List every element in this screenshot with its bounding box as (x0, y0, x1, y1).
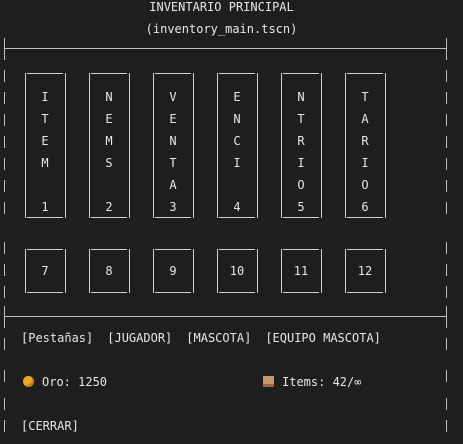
slot-label-char: E (105, 112, 113, 126)
inventory-slot-9[interactable]: 9 (153, 249, 194, 293)
slot-number: 7 (41, 264, 49, 278)
tab-pestanas[interactable]: [Pestañas] (21, 331, 93, 345)
items-label: Items: 42/∞ (282, 375, 362, 389)
slot-label-char (25, 174, 65, 196)
coin-icon (23, 376, 34, 387)
tab-bar: [Pestañas] [JUGADOR] [MASCOTA] [EQUIPO MASC… (21, 331, 395, 345)
inventory-slot-5[interactable]: NTRIO 5 (281, 73, 322, 218)
slot-label-char: N (169, 134, 177, 148)
slot-label-char: R (297, 134, 305, 148)
slot-label-char: 4 (233, 200, 241, 214)
inventory-slot-11[interactable]: 11 (281, 249, 322, 293)
slot-label-char: A (169, 178, 177, 192)
tab-jugador[interactable]: [JUGADOR] (107, 331, 172, 345)
slot-label-char: I (41, 90, 49, 104)
slot-label-char: T (361, 90, 369, 104)
inventory-slot-3[interactable]: VENTA 3 (153, 73, 194, 218)
close-button[interactable]: [CERRAR] (21, 419, 79, 433)
slot-label-char: 6 (361, 200, 369, 214)
slot-label-char: O (297, 178, 305, 192)
slot-number: 8 (105, 264, 113, 278)
slot-label-char (217, 174, 257, 196)
frame-right-mid (446, 306, 447, 328)
frame-left-mid (4, 306, 5, 328)
window-title: INVENTARIO PRINCIPAL (149, 0, 294, 14)
slot-label-char: E (233, 90, 241, 104)
slot-label-char: T (41, 112, 49, 126)
scene-filename: (inventory_main.tscn) (145, 22, 298, 36)
slot-number: 11 (293, 264, 309, 278)
inventory-slot-10[interactable]: 10 (217, 249, 258, 293)
slot-label-char: N (297, 90, 305, 104)
box-icon (263, 376, 274, 387)
slot-label-char: 5 (297, 200, 305, 214)
gold-display: Oro: 1250 (23, 375, 107, 389)
slot-label-char: C (233, 134, 241, 148)
slot-label-char: E (169, 112, 177, 126)
inventory-slot-6[interactable]: TARIO 6 (345, 73, 386, 218)
inventory-slot-7[interactable]: 7 (25, 249, 66, 293)
slot-label-char: E (41, 134, 49, 148)
slot-number: 9 (169, 264, 177, 278)
tab-equipo-mascota[interactable]: [EQUIPO MASCOTA] (265, 331, 381, 345)
inventory-slot-8[interactable]: 8 (89, 249, 130, 293)
frame-left-top (4, 38, 5, 60)
slot-label-char: A (361, 112, 369, 126)
slot-label-char: I (297, 156, 305, 170)
slot-label-char: 3 (169, 200, 177, 214)
slot-label-char: I (361, 156, 369, 170)
slot-number: 10 (229, 264, 245, 278)
slot-label-char: N (105, 90, 113, 104)
slot-label-char: N (233, 112, 241, 126)
tab-mascota[interactable]: [MASCOTA] (186, 331, 251, 345)
inventory-slot-12[interactable]: 12 (345, 249, 386, 293)
slot-label-char: 2 (105, 200, 113, 214)
slot-label-char: I (233, 156, 241, 170)
slot-number: 12 (357, 264, 373, 278)
slot-label-char: M (41, 156, 49, 170)
top-divider (4, 48, 446, 49)
slot-label-char: 1 (41, 200, 49, 214)
frame-right-top (446, 38, 447, 60)
slot-label-char: M (105, 134, 113, 148)
gold-label: Oro: 1250 (42, 375, 108, 389)
slot-label-char: V (169, 90, 177, 104)
slot-label-char: S (105, 156, 113, 170)
slot-label-char (89, 174, 129, 196)
slot-label-char: R (361, 134, 369, 148)
slot-label-char: T (169, 156, 177, 170)
slot-label-char: T (297, 112, 305, 126)
inventory-slot-1[interactable]: ITEM 1 (25, 73, 66, 218)
middle-divider (4, 316, 446, 317)
inventory-slot-2[interactable]: NEMS 2 (89, 73, 130, 218)
inventory-slot-4[interactable]: ENCI 4 (217, 73, 258, 218)
items-display: Items: 42/∞ (263, 375, 361, 389)
slot-label-char: O (361, 178, 369, 192)
